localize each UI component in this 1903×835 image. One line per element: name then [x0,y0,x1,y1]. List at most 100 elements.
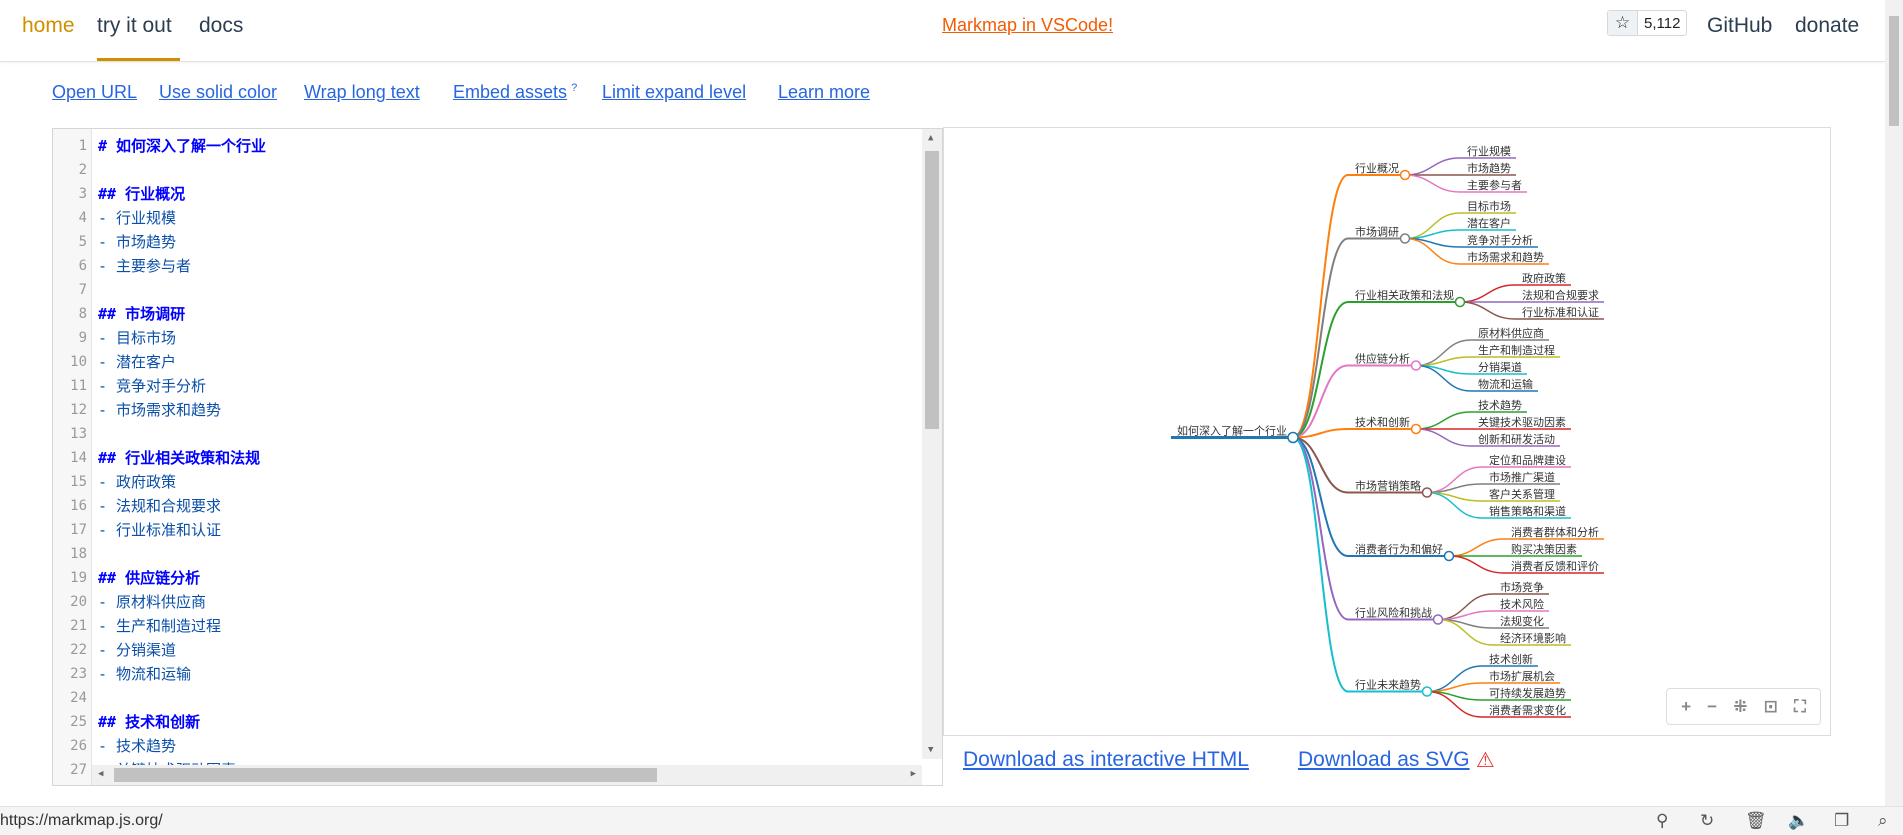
branch-link [1292,237,1349,439]
leaf-node-label: 消费者需求变化 [1489,703,1566,717]
branch-collapse-toggle[interactable] [1410,423,1422,435]
line-number: 14 [70,450,87,466]
leaf-node-label: 技术创新 [1489,652,1533,666]
line-number: 19 [70,570,87,586]
branch-node-label: 消费者行为和偏好 [1355,542,1443,556]
line-text: ## 市场调研 [98,305,186,323]
leaf-node-label: 经济环境影响 [1500,631,1566,645]
branch-collapse-toggle[interactable] [1421,487,1433,498]
mindmap-svg[interactable]: 如何深入了解一个行业 行业概况 行业规模市场趋势主要参与者市场调研 目标市场潜在客户竞… [944,128,1830,735]
leaf-node-label: 原材料供应商 [1478,326,1544,340]
branch-collapse-toggle[interactable] [1399,169,1411,181]
speaker-icon[interactable]: 🔈 [1788,811,1809,831]
leaf-node-label: 分销渠道 [1478,360,1522,374]
trash-icon[interactable]: 🗑 [1745,811,1767,831]
line-text: ## 行业概况 [98,185,186,203]
leaf-node-label: 潜在客户 [1467,216,1511,230]
donate-link[interactable]: donate [1795,14,1859,38]
limit-expand-level-link[interactable]: Limit expand level [602,82,746,103]
nav-home[interactable]: home [22,14,75,38]
editor-horizontal-scrollbar[interactable]: ◀ ▶ [92,765,922,785]
branch-collapse-toggle[interactable] [1454,296,1466,308]
line-text: - 竞争对手分析 [98,377,207,395]
line-number: 13 [70,426,87,442]
leaf-node-label: 主要参与者 [1467,178,1522,192]
leaf-link [1459,301,1516,320]
warning-icon[interactable]: ⚠ [1476,748,1495,773]
use-solid-color-link[interactable]: Use solid color [159,82,277,103]
refresh-icon[interactable]: ↻ [1700,811,1714,831]
line-number: 27 [70,762,87,778]
leaf-node-label: 消费者反馈和评价 [1511,559,1599,573]
nav-docs[interactable]: docs [199,14,243,38]
markdown-editor[interactable]: 1 # 如何深入了解一个行业 2 3 ## 行业概况 4- 行业规模 5- 市场趋势 6- 主… [52,128,943,786]
copy-icon[interactable]: ❐ [1834,811,1849,831]
leaf-node-label: 市场扩展机会 [1489,669,1555,683]
leaf-node-label: 可持续发展趋势 [1489,686,1566,700]
line-text: - 目标市场 [98,329,177,347]
branch-collapse-toggle[interactable] [1410,360,1422,371]
page-scrollbar[interactable] [1885,0,1903,806]
line-text: - 主要参与者 [98,257,192,275]
pin-icon[interactable]: ⚲ [1656,811,1668,831]
leaf-link [1404,157,1461,176]
leaf-node-label: 行业标准和认证 [1522,305,1599,319]
leaf-node-label: 生产和制造过程 [1478,343,1555,357]
wrap-long-text-link[interactable]: Wrap long text [304,82,420,103]
recurse-icon[interactable]: ⊡ [1764,697,1778,717]
leaf-node-label: 政府政策 [1522,271,1566,285]
root-node-label: 如何深入了解一个行业 [1177,424,1287,438]
page-scroll-thumb[interactable] [1889,16,1899,126]
embed-assets-link[interactable]: Embed assets? [453,82,577,103]
line-text: - 行业规模 [98,209,177,227]
learn-more-link[interactable]: Learn more [778,82,870,103]
active-tab-indicator [97,58,180,61]
branch-link [1292,436,1349,557]
github-link[interactable]: GitHub [1707,14,1772,38]
editor-vertical-scrollbar[interactable]: ▲ ▼ [922,129,942,759]
leaf-node-label: 市场趋势 [1467,161,1511,175]
leaf-node-label: 创新和研发活动 [1478,432,1555,446]
mindmap-toolbar: + − ⁜ ⊡ ⛶ [1666,688,1821,725]
search-icon[interactable]: ⌕ [1878,811,1888,831]
line-number: 17 [70,522,87,538]
nav-try-it-out[interactable]: try it out [97,14,172,38]
zoom-in-icon[interactable]: + [1681,697,1691,717]
line-text: - 分销渠道 [98,641,177,659]
leaf-node-label: 市场需求和趋势 [1467,250,1544,264]
vscode-promo-link[interactable]: Markmap in VSCode! [942,15,1113,36]
line-number: 11 [70,378,87,394]
leaf-link [1404,174,1461,193]
embed-assets-help[interactable]: ? [571,82,577,94]
line-text: - 物流和运输 [98,665,192,683]
line-text: - 原材料供应商 [98,593,207,611]
branch-node-label: 市场营销策略 [1355,479,1421,493]
branch-node-label: 技术和创新 [1355,415,1410,429]
horizontal-scroll-thumb[interactable] [114,768,657,782]
branch-collapse-toggle[interactable] [1421,686,1433,697]
leaf-node-label: 购买决策因素 [1511,542,1577,556]
star-count: 5,112 [1644,14,1681,32]
github-star-button[interactable]: ☆ 5,112 [1607,10,1688,36]
vertical-scroll-thumb[interactable] [925,151,939,429]
top-nav: home try it out docs Markmap in VSCode! … [0,0,1885,62]
download-svg-link[interactable]: Download as SVG [1298,748,1470,772]
download-html-link[interactable]: Download as interactive HTML [963,748,1249,772]
branch-collapse-toggle[interactable] [1399,233,1411,244]
status-bar: https://markmap.js.org/ ⚲ ↻ 🗑 🔈 ❐ ⌕ [0,806,1903,835]
line-number: 3 [78,186,87,202]
zoom-out-icon[interactable]: − [1707,697,1717,717]
branch-collapse-toggle[interactable] [1443,550,1455,562]
line-text: - 技术趋势 [98,737,177,755]
open-url-link[interactable]: Open URL [52,82,137,103]
root-collapse-toggle[interactable] [1287,431,1299,444]
line-text: - 政府政策 [98,473,177,491]
leaf-node-label: 法规和合规要求 [1522,288,1599,302]
branch-collapse-toggle[interactable] [1432,614,1444,625]
mindmap-panel[interactable]: 如何深入了解一个行业 行业概况 行业规模 市场趋势 主要参与者 市场调研 目标市场 潜在客户竞… [943,127,1831,736]
fullscreen-icon[interactable]: ⛶ [1794,697,1806,717]
leaf-node-label: 客户关系管理 [1489,487,1555,501]
line-number: 22 [70,642,87,658]
embed-assets-label: Embed assets [453,82,568,102]
fit-icon[interactable]: ⁜ [1733,697,1747,717]
